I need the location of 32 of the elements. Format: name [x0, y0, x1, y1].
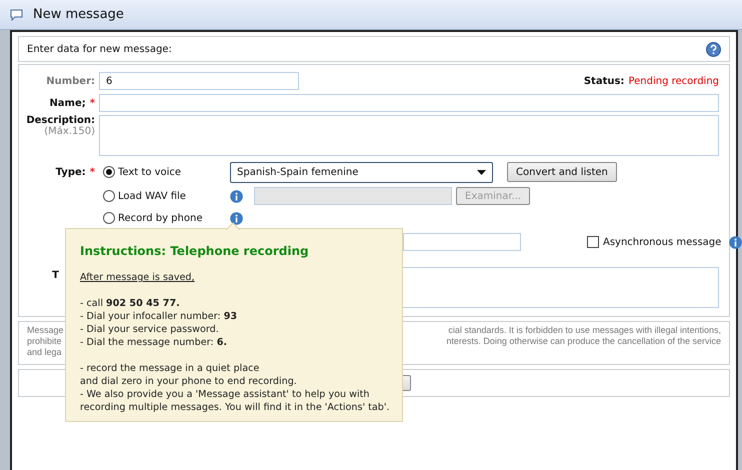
number-label: Number: — [46, 76, 95, 86]
tooltip-title: Instructions: Telephone recording — [80, 244, 310, 258]
tooltip-text: recording multiple messages. You will find it in the 'Actions' tab'. — [80, 402, 390, 413]
notice-text: cial standards. It is forbidden to use messages with illegal intentions, — [448, 325, 721, 336]
notice-text: prohibite — [27, 336, 62, 347]
notice-text: and lega — [27, 347, 62, 358]
tooltip-text: - We also provide you a 'Message assistant' to help you with — [80, 389, 370, 400]
type-label: Type: * — [56, 166, 95, 178]
description-label: Description: — [26, 115, 95, 126]
description-hint: (Máx.150) — [44, 126, 95, 137]
tooltip-text: and dial zero in your phone to end recording. — [80, 376, 297, 387]
voice-dropdown[interactable]: Spanish-Spain femenine — [230, 162, 493, 182]
text-label: T — [52, 270, 59, 281]
option-label[interactable]: Text to voice — [118, 166, 182, 178]
notice-text: nterests. Doing otherwise can produce the cancellation of the service — [446, 336, 721, 347]
tooltip-text: - call 902 50 45 77. — [80, 298, 180, 309]
name-label: Name; * — [49, 98, 95, 108]
tooltip-text: - Dial your service password. — [80, 324, 219, 335]
tooltip-text: - record the message in a quiet place — [80, 363, 260, 374]
tooltip-text: - Dial the message number: 6. — [80, 337, 228, 348]
option-label[interactable]: Load WAV file — [118, 190, 186, 202]
convert-button[interactable]: Convert and listen — [507, 162, 617, 182]
option-label[interactable]: Record by phone — [118, 212, 202, 224]
tooltip-text: - Dial your infocaller number: 93 — [80, 311, 238, 322]
notice-text: Message — [27, 325, 64, 336]
header-text: Enter data for new message: — [27, 44, 172, 54]
tooltip-text: After message is saved, — [80, 272, 195, 283]
number-field[interactable]: 6 — [99, 72, 299, 90]
window-title: New message — [33, 7, 124, 22]
status-value: Pending recording — [628, 76, 719, 86]
asynchronous-label[interactable]: Asynchronous message — [603, 236, 722, 248]
status-label: Status: — [584, 76, 624, 86]
